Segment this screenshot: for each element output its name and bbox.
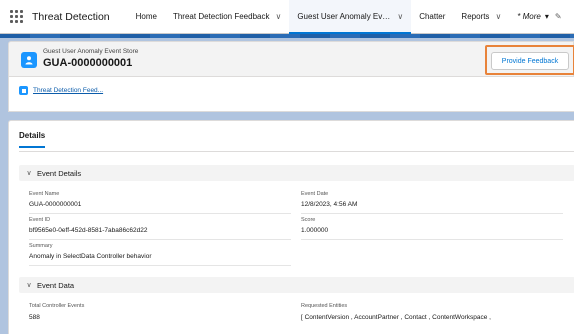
edit-nav-icon[interactable]: ✎ [555,12,562,21]
field-summary-value: Anomaly in SelectData Controller behavio… [29,253,152,260]
nav-tab-home-label: Home [135,12,157,21]
field-divider [29,213,291,214]
app-launcher-icon[interactable] [0,0,32,34]
nav-accent-stripe [0,34,574,38]
section-event-details[interactable]: ∨ Event Details [19,165,574,181]
field-score-label: Score [301,217,316,223]
nav-tab-threat-detection-feedback[interactable]: Threat Detection Feedback ∨ [165,0,289,34]
related-list-icon [19,86,28,95]
field-event-name-value: GUA-0000000001 [29,201,82,208]
section-event-data-title: Event Data [37,280,75,290]
object-icon [21,52,37,68]
field-divider [301,239,563,240]
field-event-date-value: 12/8/2023, 4:56 AM [301,201,358,208]
field-requested-entities-label: Requested Entities [301,303,348,309]
nav-more-menu[interactable]: * More ▾ ✎ [509,0,569,34]
related-link-threat-detection-feedback[interactable]: Threat Detection Feed... [19,86,103,95]
nav-tab-feedback-label: Threat Detection Feedback [172,12,270,21]
related-list-quick-links: Threat Detection Feed... [8,77,574,112]
chevron-down-icon[interactable]: ∨ [275,12,281,21]
field-divider [29,265,291,266]
record-title: GUA-0000000001 [43,57,133,69]
field-divider [29,239,291,240]
caret-down-icon: ▾ [544,12,549,21]
section-event-details-title: Event Details [37,168,82,178]
section-event-data[interactable]: ∨ Event Data [19,277,574,293]
field-event-id-label: Event ID [29,217,51,223]
field-total-controller-events-value: 588 [29,314,40,321]
field-event-date-label: Event Date [301,191,329,197]
page-background-gap [0,112,574,120]
chevron-down-icon[interactable]: ∨ [21,169,37,177]
nav-tab-reports[interactable]: Reports ∨ [453,0,509,34]
tab-details[interactable]: Details [19,131,46,148]
field-summary-label: Summary [29,243,53,249]
nav-tab-reports-label: Reports [461,12,490,21]
chevron-down-icon[interactable]: ∨ [21,281,37,289]
nav-tab-home[interactable]: Home [128,0,165,34]
feedback-highlight-box: Provide Feedback [485,45,574,75]
related-link-label[interactable]: Threat Detection Feed... [33,87,103,94]
chevron-down-icon[interactable]: ∨ [495,12,501,21]
tab-divider [19,151,574,152]
provide-feedback-button[interactable]: Provide Feedback [491,52,569,70]
field-event-id-value: bf9565e0-0eff-452d-8581-7aba86c62d22 [29,227,148,234]
app-name: Threat Detection [32,10,110,23]
nav-tab-guest-user-anomaly[interactable]: Guest User Anomaly Event St... ∨ [289,0,412,34]
field-divider [301,213,563,214]
field-event-name-label: Event Name [29,191,60,197]
nav-tab-chatter-label: Chatter [419,12,446,21]
nav-more-label: * More [517,12,541,21]
details-panel: Details ∨ Event Details Event Name GUA-0… [8,120,574,334]
nav-tab-guest-user-anomaly-label: Guest User Anomaly Event St... [297,12,392,21]
record-header: Guest User Anomaly Event Store GUA-00000… [8,41,574,77]
top-navigation-bar: Threat Detection Home Threat Detection F… [0,0,574,34]
object-type-label: Guest User Anomaly Event Store [43,48,139,55]
field-total-controller-events-label: Total Controller Events [29,303,85,309]
field-score-value: 1.000000 [301,227,329,234]
nav-tab-chatter[interactable]: Chatter [411,0,453,34]
field-requested-entities-value: [ ContentVersion , AccountPartner , Cont… [301,314,491,321]
chevron-down-icon[interactable]: ∨ [397,12,403,21]
